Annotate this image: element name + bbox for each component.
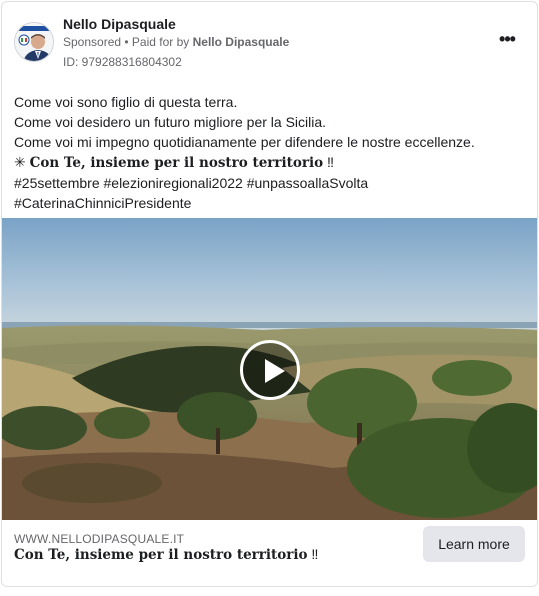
paid-for-name[interactable]: Nello Dipasquale (193, 35, 290, 49)
body-slogan-line: ✳ Con Te, insieme per il nostro territor… (14, 152, 529, 173)
post-header: Nello Dipasquale Sponsored • Paid for by… (2, 2, 537, 82)
learn-more-button[interactable]: Learn more (423, 526, 525, 562)
page-avatar[interactable] (14, 22, 54, 62)
hashtags-line-2[interactable]: #CaterinaChinniciPresidente (14, 193, 529, 213)
avatar-image (15, 23, 53, 61)
hashtags-line-1[interactable]: #25settembre #elezioniregionali2022 #unp… (14, 173, 529, 193)
video-player[interactable] (2, 218, 537, 520)
sponsored-label: Sponsored (63, 35, 122, 49)
link-domain[interactable]: WWW.NELLODIPASQUALE.IT (14, 532, 184, 546)
ad-id: ID: 979288316804302 (63, 55, 182, 69)
more-horizontal-icon: ••• (499, 29, 516, 49)
sponsored-line: Sponsored • Paid for by Nello Dipasquale (63, 35, 289, 49)
asterisk-icon: ✳ (14, 154, 30, 170)
post-body-text: Come voi sono figlio di questa terra. Co… (14, 92, 529, 213)
sponsored-post-card: Nello Dipasquale Sponsored • Paid for by… (1, 1, 538, 587)
more-options-button[interactable]: ••• (495, 29, 519, 52)
link-headline[interactable]: Con Te, insieme per il nostro territorio… (14, 546, 318, 563)
page-name[interactable]: Nello Dipasquale (63, 16, 176, 32)
link-preview-footer[interactable]: WWW.NELLODIPASQUALE.IT Con Te, insieme p… (2, 520, 537, 586)
paid-for-prefix: Paid for by (131, 35, 193, 49)
link-headline-text: Con Te, insieme per il nostro territorio (14, 547, 308, 563)
double-exclamation-icon: ‼ (307, 546, 319, 562)
play-button[interactable] (240, 340, 300, 400)
play-icon (265, 359, 285, 383)
double-exclamation-icon: ‼ (323, 154, 335, 170)
body-slogan: Con Te, insieme per il nostro territorio (29, 155, 324, 171)
body-line-1: Come voi sono figlio di questa terra. (14, 94, 238, 110)
body-line-2: Come voi desidero un futuro migliore per… (14, 114, 327, 130)
separator-dot: • (121, 35, 132, 49)
body-line-3: Come voi mi impegno quotidianamente per … (14, 134, 475, 150)
